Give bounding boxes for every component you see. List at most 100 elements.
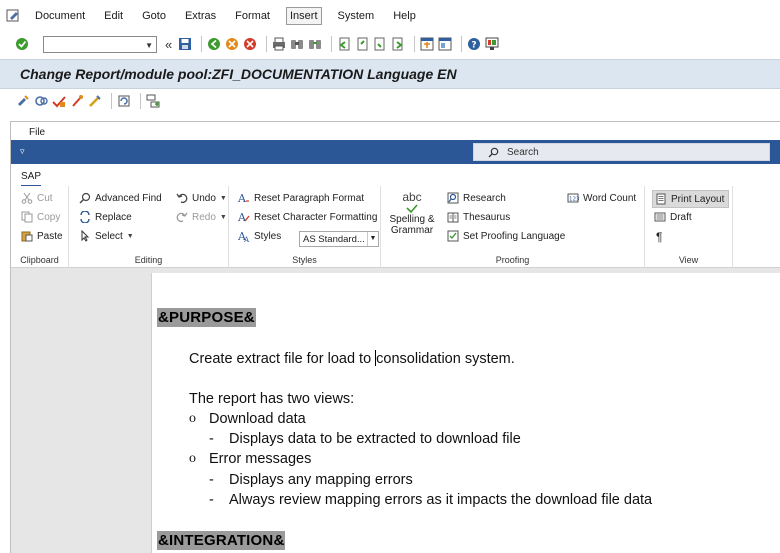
search-input[interactable]: Search [473,143,770,161]
menu-help[interactable]: Help [390,8,419,24]
search-label: Search [507,146,539,158]
purpose-text: Create extract file for load to consolid… [189,350,515,367]
reset-character-label: Reset Character Formatting [254,211,378,223]
chevron-down-icon[interactable]: ▼ [367,232,378,246]
activate-icon[interactable] [70,94,84,108]
scissors-icon [21,192,33,204]
show-formatting-button[interactable]: ¶ [656,230,662,244]
menu-system[interactable]: System [335,8,378,24]
back-icon[interactable] [207,37,221,51]
menu-document[interactable]: Document [32,8,88,24]
file-tab[interactable]: File [29,127,45,138]
previous-page-icon[interactable] [355,37,369,51]
app-menu-icon[interactable] [6,9,22,23]
proofing-language-icon [447,230,459,242]
chevron-down-icon[interactable]: ▼ [220,195,227,202]
print-layout-icon [656,193,666,205]
last-page-icon[interactable] [391,37,405,51]
spelling-label-line1: Spelling & [389,214,435,225]
word-title-bar: ▿ Search [11,140,780,164]
tab-sap[interactable]: SAP [21,171,42,187]
thesaurus-button[interactable]: Thesaurus [447,211,510,223]
select-button[interactable]: Select ▼ [79,230,134,242]
views-intro: The report has two views: [189,391,355,407]
quick-access-icon[interactable]: ▿ [20,146,25,157]
draft-icon [654,212,666,222]
toolbar-separator [461,36,463,52]
print-layout-button[interactable]: Print Layout [652,190,730,208]
reset-character-formatting-button[interactable]: A Reset Character Formatting [238,211,377,223]
word-count-icon: 123 [567,193,579,203]
view-group-label: View [678,255,699,265]
enter-icon[interactable] [15,37,29,51]
standard-toolbar: ▼ « ? [0,32,780,56]
collapse-icon[interactable]: « [165,37,172,52]
print-icon[interactable] [272,37,286,51]
help-icon[interactable]: ? [467,37,481,51]
bullet-marker: o [189,411,196,426]
cancel-icon[interactable] [243,37,257,51]
ribbon-tabs: SAP [11,164,780,187]
replace-icon [80,211,90,223]
where-used-icon[interactable] [117,94,131,108]
style-select[interactable]: AS Standard... ▼ [299,231,379,247]
create-session-icon[interactable] [420,37,434,51]
redo-label: Redo [192,211,216,223]
menu-goto[interactable]: Goto [139,8,169,24]
hierarchy-icon[interactable] [146,94,160,108]
menu-extras[interactable]: Extras [182,8,219,24]
undo-label: Undo [192,192,216,204]
display-change-icon[interactable] [16,94,30,108]
advanced-find-button[interactable]: Advanced Find [79,192,162,204]
bullet-marker: o [189,451,196,466]
toolbar-separator [414,36,416,52]
reset-paragraph-format-button[interactable]: A Reset Paragraph Format [238,192,364,204]
purpose-text-before: Create extract file for load to [189,351,376,367]
svg-text:A: A [238,192,247,204]
draft-label: Draft [670,211,692,223]
application-toolbar [0,89,780,113]
set-proofing-language-button[interactable]: Set Proofing Language [447,230,565,242]
clipboard-group: Cut Copy Paste Clipboard [11,186,69,268]
reset-paragraph-icon: A [238,192,249,204]
next-page-icon[interactable] [373,37,387,51]
copy-button[interactable]: Copy [21,211,60,223]
styles-group-label: Styles [292,255,317,265]
word-editor: File ▿ Search SAP Cut Copy Paste Clipboa… [10,121,780,553]
paste-label: Paste [37,230,63,242]
first-page-icon[interactable] [337,37,351,51]
spelling-label-line2: Grammar [390,225,434,236]
command-field[interactable]: ▼ [43,35,157,53]
check-icon[interactable] [52,94,66,108]
replace-button[interactable]: Replace [79,211,132,223]
find-next-icon[interactable] [308,37,322,51]
draft-button[interactable]: Draft [654,211,692,223]
cursor-arrow-icon [81,230,90,242]
undo-button[interactable]: Undo ▼ [176,192,227,204]
menu-insert[interactable]: Insert [286,7,322,25]
toolbar-separator [266,36,268,52]
save-icon[interactable] [178,37,192,51]
copy-label: Copy [37,211,61,223]
document-page[interactable]: &PURPOSE& Create extract file for load t… [151,273,780,553]
exit-icon[interactable] [225,37,239,51]
shortcut-icon[interactable] [438,37,452,51]
test-icon[interactable] [88,94,102,108]
menu-edit[interactable]: Edit [101,8,126,24]
menu-format[interactable]: Format [232,8,273,24]
other-object-icon[interactable] [34,94,48,108]
spelling-grammar-button[interactable]: abc Spelling & Grammar [387,190,437,236]
research-button[interactable]: Research [447,192,506,204]
layout-icon[interactable] [485,37,499,51]
styles-button[interactable]: AA Styles [238,230,281,242]
cut-button[interactable]: Cut [21,192,53,204]
screen-title: Change Report/module pool:ZFI_DOCUMENTAT… [20,66,457,82]
view2-text: Error messages [209,451,312,467]
word-count-button[interactable]: 123 Word Count [567,192,636,204]
paste-button[interactable]: Paste [21,230,63,242]
view2-sub2-text: Always review mapping errors as it impac… [229,492,653,508]
find-icon[interactable] [290,37,304,51]
screen-title-bar: Change Report/module pool:ZFI_DOCUMENTAT… [0,59,780,89]
chevron-down-icon[interactable]: ▼ [145,41,153,50]
redo-button[interactable]: Redo ▼ [176,211,227,223]
